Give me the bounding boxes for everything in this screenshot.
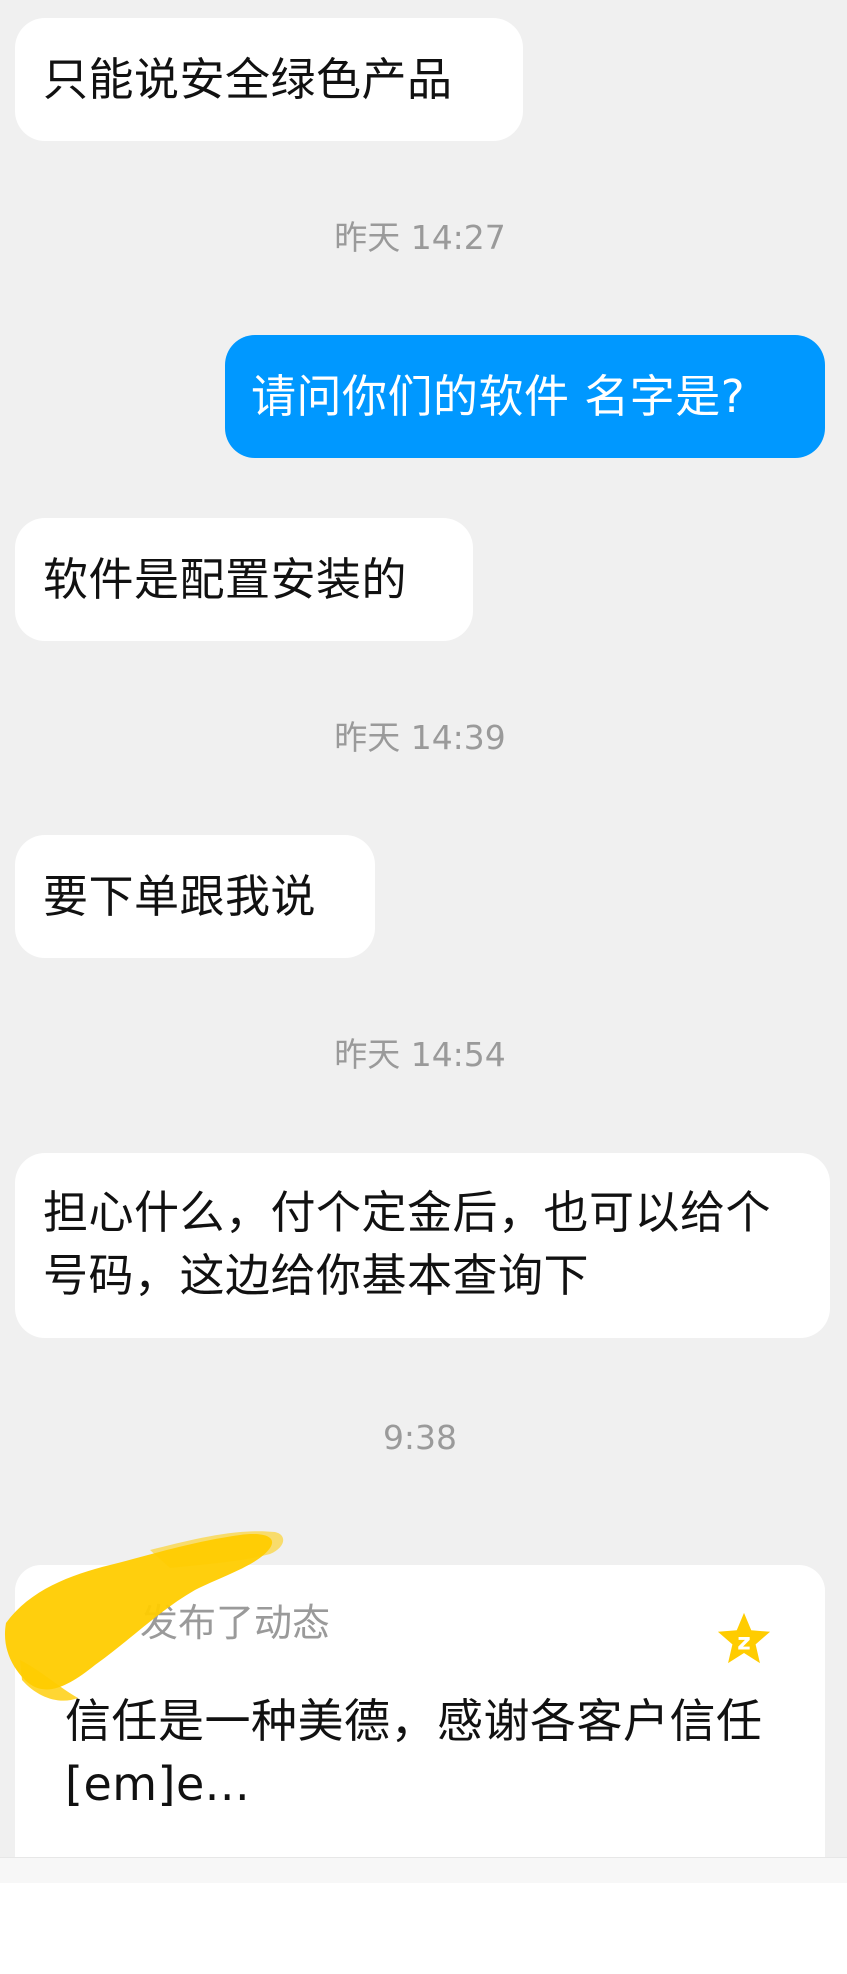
message-timestamp: 昨天 14:27: [334, 218, 506, 257]
bottom-divider: [0, 1857, 847, 1884]
post-action-label: 发布了动态: [140, 1601, 331, 1645]
post-preview-text: 信任是一种美德，感谢各客户信任[em]e...: [65, 1694, 763, 1811]
message-bubble-incoming[interactable]: 只能说安全绿色产品: [15, 18, 523, 141]
message-timestamp: 9:38: [382, 1418, 458, 1457]
message-bubble-outgoing[interactable]: 请问你们的软件 名字是?: [225, 335, 825, 458]
message-timestamp: 昨天 14:54: [334, 1035, 506, 1074]
svg-text:z: z: [737, 1629, 751, 1656]
message-timestamp: 昨天 14:39: [334, 718, 506, 757]
message-bubble-incoming[interactable]: 软件是配置安装的: [15, 518, 473, 641]
shared-post-card[interactable]: 发布了动态 z 信任是一种美德，感谢各客户信任[em]e...: [15, 1565, 825, 1865]
message-bubble-incoming[interactable]: 担心什么，付个定金后，也可以给个号码，这边给你基本查询下: [15, 1153, 830, 1338]
message-bubble-incoming[interactable]: 要下单跟我说: [15, 835, 375, 958]
input-area: [0, 1883, 847, 1974]
chat-message-list[interactable]: 只能说安全绿色产品 昨天 14:27 请问你们的软件 名字是? 软件是配置安装的…: [0, 0, 847, 1884]
qzone-star-icon: z: [717, 1612, 771, 1664]
